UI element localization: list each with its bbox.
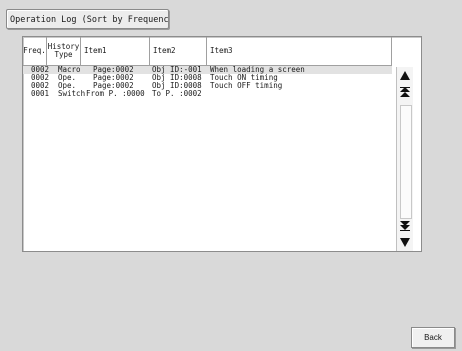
col-header-item2: Item2 [150,37,207,65]
scroll-track[interactable] [400,105,412,219]
cell-freq: 0001 [31,89,50,98]
triangle-up-icon[interactable] [397,67,413,84]
double-triangle-down-icon[interactable] [397,217,413,234]
col-header-item1: Item1 [81,37,150,65]
col-header-item3: Item3 [207,37,392,65]
cell-history-type: Switch [58,89,86,98]
operation-log-list: Freq. History Type Item1 Item2 Item3 000… [22,36,422,252]
triangle-down-icon[interactable] [397,234,413,251]
table-row[interactable]: 0001 Switch From P. :0000 To P. :0002 [23,90,392,98]
col-header-freq: Freq. [23,37,47,65]
page-title-tab: Operation Log (Sort by Frequency) [6,9,169,29]
column-header-row: Freq. History Type Item1 Item2 Item3 [23,37,392,66]
table-row[interactable]: 0002 Ope. Page:0002 Obj ID:0008 Touch ON… [23,74,392,82]
cell-item1: From P. :0000 [86,89,145,98]
table-row[interactable]: 0002 Macro Page:0002 Obj ID:-001 When lo… [23,66,392,74]
back-button[interactable]: Back [411,327,455,348]
col-header-history-type: History Type [47,37,81,65]
vertical-scrollbar[interactable] [396,67,413,251]
double-triangle-up-icon[interactable] [397,84,413,101]
cell-item3: Touch OFF timing [210,81,283,90]
log-rows: 0002 Macro Page:0002 Obj ID:-001 When lo… [23,66,392,98]
cell-item2: To P. :0002 [152,89,202,98]
